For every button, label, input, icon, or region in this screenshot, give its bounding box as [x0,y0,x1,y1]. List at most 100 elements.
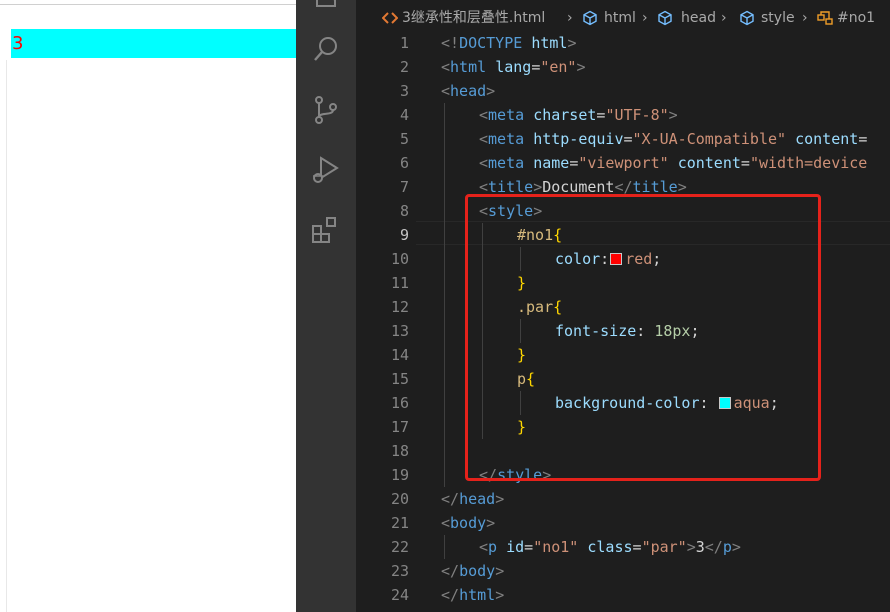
code-token: < [479,154,489,172]
code-token: html [450,58,487,76]
code-token: < [479,106,489,124]
code-token: > [495,586,505,604]
code-line[interactable]: 1 <!DOCTYPE html> [356,31,890,55]
line-number: 16 [390,394,409,412]
code-token: > [576,58,586,76]
code-line[interactable]: 4 <meta charset="UTF-8"> [356,103,890,127]
code-text[interactable]: <head> [441,79,495,103]
code-token: > [668,106,678,124]
line-number: 8 [399,202,409,220]
code-token: = [740,154,750,172]
cube-icon [658,10,672,26]
preview-divider [0,4,296,5]
code-token: 3 [695,538,705,556]
code-token: "en" [540,58,577,76]
code-token: > [567,34,577,52]
code-token: "viewport" [578,154,669,172]
line-number: 14 [390,346,409,364]
code-line[interactable]: 2 <html lang="en"> [356,55,890,79]
code-token: p [722,538,732,556]
code-token: meta [488,154,525,172]
source-control-icon[interactable] [310,94,342,126]
code-token: "no1" [533,538,579,556]
line-number: 11 [390,274,409,292]
line-number: 21 [390,514,409,532]
code-token: </ [441,562,460,580]
code-token: < [441,514,451,532]
code-line[interactable]: 6 <meta name="viewport" content="width=de… [356,151,890,175]
code-text[interactable]: <meta charset="UTF-8"> [479,103,678,127]
line-number: 6 [399,154,409,172]
code-line[interactable]: 23 </body> [356,559,890,583]
preview-scroll-edge [6,60,7,612]
code-token: html [459,586,496,604]
breadcrumb-file-label: 3继承性和层叠性.html [402,10,546,26]
code-text[interactable]: <!DOCTYPE html> [441,31,576,55]
code-text[interactable]: <body> [441,511,495,535]
code-text[interactable]: </head> [441,487,504,511]
code-text[interactable]: <meta name="viewport" content="width=dev… [479,151,867,175]
line-number: 18 [390,442,409,460]
code-token: DOCTYPE [459,34,523,52]
breadcrumb-item-label: html [604,10,636,26]
code-token: > [486,82,496,100]
code-line[interactable]: 5 <meta http-equiv="X-UA-Compatible" cont… [356,127,890,151]
code-token: head [459,490,496,508]
code-line[interactable]: 22 <p id="no1" class="par">3</p> [356,535,890,559]
breadcrumb-item-label: head [681,10,716,26]
code-token: content [795,130,859,148]
code-text[interactable]: </body> [441,559,504,583]
code-token: = [623,130,633,148]
code-token: <! [441,34,460,52]
code-token: </ [441,586,460,604]
code-text[interactable]: <meta http-equiv="X-UA-Compatible" conte… [479,127,867,151]
code-editor[interactable]: 3继承性和层叠性.html › html › head › style › #n… [356,0,890,612]
code-token: = [531,58,541,76]
cube-icon [583,10,597,26]
html-file-icon [382,12,398,24]
code-token: > [686,538,696,556]
line-number: 19 [390,466,409,484]
code-token: "UTF-8" [605,106,669,124]
code-token: http-equiv [533,130,624,148]
extensions-icon[interactable] [310,215,342,247]
line-number: 3 [399,82,409,100]
code-token: < [479,130,489,148]
code-token: lang [495,58,532,76]
run-debug-icon[interactable] [310,154,342,186]
code-line[interactable]: 21 <body> [356,511,890,535]
code-token: = [569,154,579,172]
code-token: body [450,514,487,532]
browser-preview: 3 [0,0,297,612]
line-number: 12 [390,298,409,316]
code-token: id [506,538,525,556]
code-token: > [495,562,505,580]
code-token: name [533,154,570,172]
code-text[interactable]: </html> [441,583,504,607]
code-token: < [441,58,451,76]
code-token: content [677,154,741,172]
code-text[interactable]: <p id="no1" class="par">3</p> [479,535,741,559]
breadcrumb-item-label: #no1 [837,10,876,26]
code-token: charset [533,106,597,124]
code-text[interactable]: <html lang="en"> [441,55,586,79]
code-token: < [441,82,451,100]
code-line[interactable]: 20 </head> [356,487,890,511]
code-token: body [459,562,496,580]
search-icon[interactable] [310,33,342,65]
explorer-icon[interactable] [310,0,342,22]
code-token: meta [488,130,525,148]
code-line[interactable]: 3 <head> [356,79,890,103]
activity-bar [296,0,356,612]
line-number: 9 [399,226,409,244]
code-token: > [731,538,741,556]
line-number: 1 [399,34,409,52]
line-number: 17 [390,418,409,436]
code-line[interactable]: 24 </html> [356,583,890,607]
code-token: = [858,130,868,148]
line-number: 10 [390,250,409,268]
